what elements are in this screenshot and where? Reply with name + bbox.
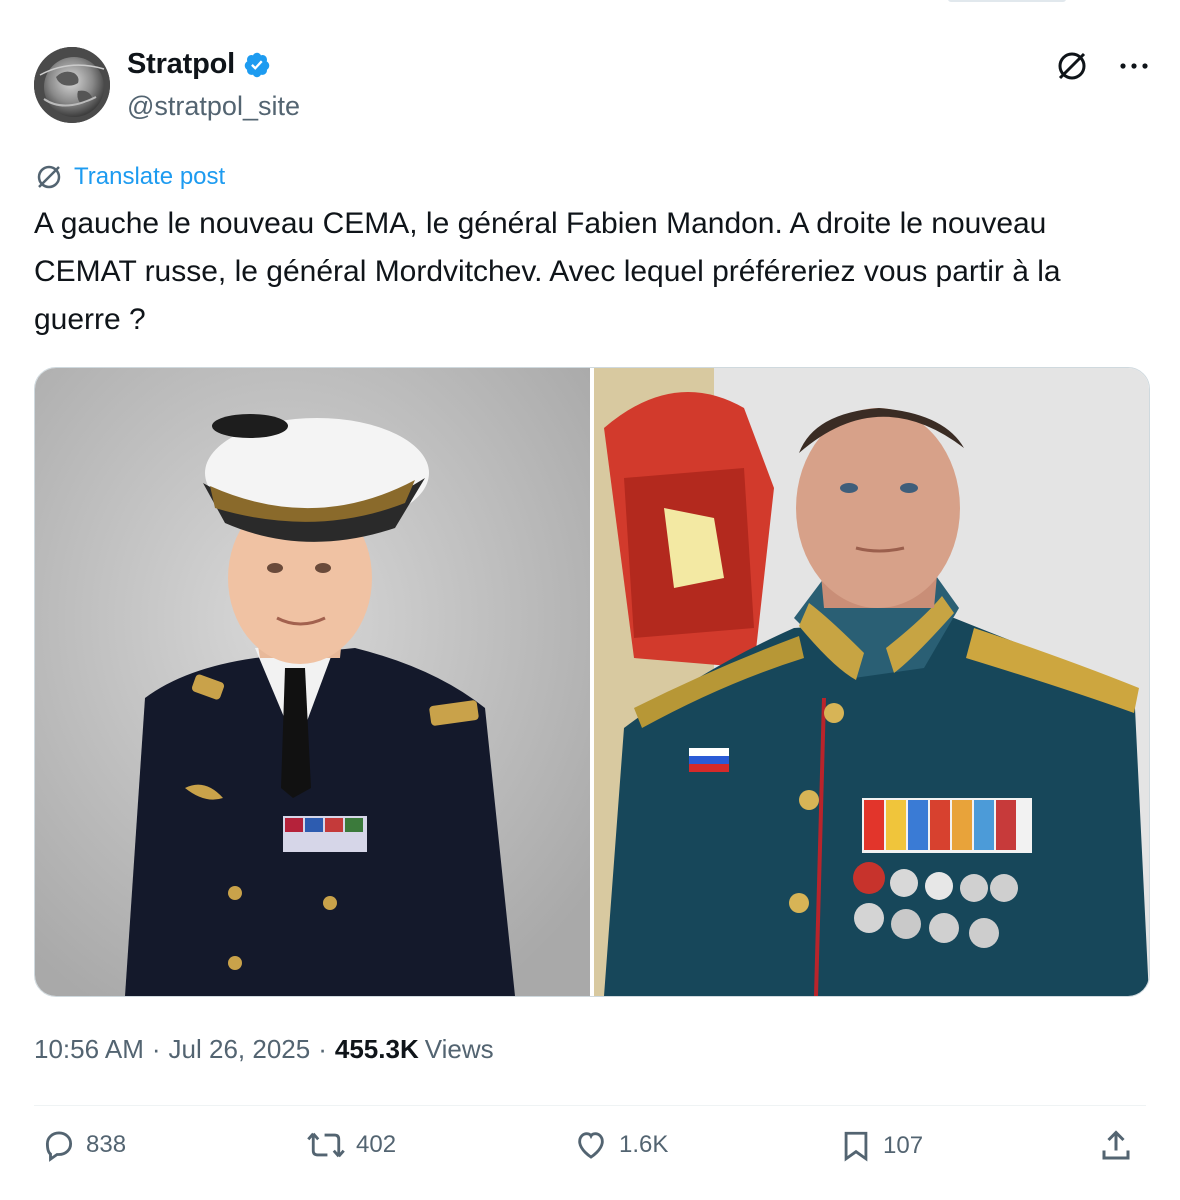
share-icon (1102, 1130, 1130, 1160)
bookmark-button[interactable]: 107 (839, 1128, 923, 1164)
repost-count: 402 (356, 1131, 397, 1158)
post-text: A gauche le nouveau CEMA, le général Fab… (34, 207, 1061, 336)
author-avatar[interactable] (34, 47, 110, 123)
views-label: Views (424, 1034, 494, 1064)
verified-badge-icon (243, 51, 271, 79)
repost-icon (307, 1132, 345, 1158)
author-handle[interactable]: @stratpol_site (127, 91, 300, 122)
reply-button[interactable]: 838 (42, 1128, 126, 1162)
post-media[interactable] (34, 367, 1150, 997)
sheet-handle (948, 0, 1066, 2)
meta-separator: · (151, 1034, 161, 1064)
post-actions: 838 402 1.6K 107 (34, 1128, 1146, 1178)
reply-icon (45, 1131, 73, 1162)
translate-post-label: Translate post (74, 163, 226, 190)
like-count: 1.6K (619, 1131, 669, 1158)
reply-count: 838 (86, 1131, 127, 1158)
repost-button[interactable]: 402 (306, 1128, 396, 1162)
post-meta: 10:56 AM · Jul 26, 2025 · 455.3K Views (34, 1034, 494, 1065)
translate-post-link[interactable]: Translate post (34, 162, 225, 192)
views-count: 455.3K (334, 1034, 419, 1064)
like-button[interactable]: 1.6K (573, 1128, 668, 1162)
share-button[interactable] (1098, 1128, 1134, 1164)
bookmark-icon (844, 1131, 868, 1162)
translate-small-icon (37, 165, 61, 189)
post-date[interactable]: Jul 26, 2025 (169, 1034, 311, 1065)
author-display-name[interactable]: Stratpol (127, 48, 235, 81)
more-icon[interactable] (1118, 61, 1150, 71)
post-time[interactable]: 10:56 AM (34, 1034, 144, 1065)
translate-icon[interactable] (1054, 48, 1090, 84)
like-icon (578, 1132, 604, 1159)
photo-french-general[interactable] (35, 368, 590, 996)
photo-russian-general[interactable] (594, 368, 1149, 996)
divider (34, 1105, 1146, 1106)
bookmark-count: 107 (883, 1132, 924, 1159)
meta-separator-2: · (318, 1034, 327, 1064)
